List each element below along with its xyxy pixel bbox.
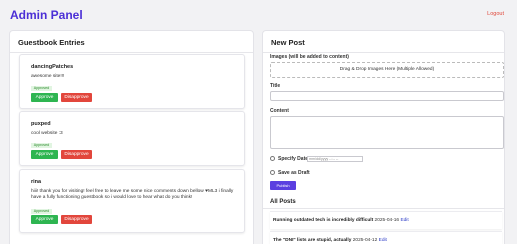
- date-input[interactable]: mm/dd/yyyy --:-- --: [307, 156, 363, 162]
- status-badge: Approved: [31, 209, 52, 214]
- disapprove-button[interactable]: Disapprove: [61, 215, 92, 224]
- content-label: Content: [270, 108, 289, 114]
- image-drop-zone[interactable]: Drag & Drop Images Here (Multiple Allowe…: [270, 62, 504, 78]
- guestbook-entry: puxped cool website :3 Approved Approve …: [19, 111, 245, 166]
- guestbook-heading: Guestbook Entries: [18, 38, 85, 47]
- entry-message: hiii! thank you for visiting! feel free …: [31, 189, 234, 200]
- content-textarea[interactable]: [270, 116, 504, 149]
- divider: [263, 52, 504, 53]
- new-post-panel: New Post Images (will be added to conten…: [262, 30, 505, 244]
- approve-button[interactable]: Approve: [31, 215, 58, 224]
- disapprove-button[interactable]: Disapprove: [61, 93, 92, 102]
- entry-message: cool website :3: [31, 131, 63, 136]
- logout-link[interactable]: Logout: [487, 11, 504, 17]
- approve-button[interactable]: Approve: [31, 93, 58, 102]
- post-title: Running outdated tech is incredibly diff…: [273, 218, 374, 223]
- all-posts-heading: All Posts: [270, 199, 296, 205]
- divider: [10, 52, 253, 53]
- approve-button[interactable]: Approve: [31, 150, 58, 159]
- draft-checkbox[interactable]: [270, 170, 275, 175]
- post-date: 2025-04-12: [352, 238, 378, 243]
- post-row: Running outdated tech is incredibly diff…: [270, 211, 502, 229]
- status-badge: Approved: [31, 143, 52, 148]
- specify-date-checkbox[interactable]: [270, 156, 275, 161]
- edit-link[interactable]: Edit: [379, 238, 387, 243]
- divider: [263, 208, 504, 209]
- post-row: The "DNI" lists are stupid, actually 202…: [270, 231, 502, 244]
- disapprove-button[interactable]: Disapprove: [61, 150, 92, 159]
- title-label: Title: [270, 83, 281, 89]
- post-date: 2025-04-16: [374, 218, 400, 223]
- new-post-heading: New Post: [271, 38, 305, 47]
- guestbook-panel: Guestbook Entries dancingPatches awesome…: [9, 30, 254, 244]
- draft-label: Save as Draft: [278, 170, 310, 176]
- entry-name: dancingPatches: [31, 64, 74, 70]
- entry-message: awesome site!!!: [31, 74, 65, 79]
- title-input[interactable]: [270, 91, 504, 101]
- post-title: The "DNI" lists are stupid, actually: [273, 238, 352, 243]
- guestbook-entry: rina hiii! thank you for visiting! feel …: [19, 169, 245, 233]
- entry-name: puxped: [31, 121, 51, 127]
- images-label: Images (will be added to content): [270, 54, 349, 60]
- status-badge: Approved: [31, 86, 52, 91]
- edit-link[interactable]: Edit: [400, 218, 408, 223]
- publish-button[interactable]: Publish: [270, 181, 296, 190]
- specify-date-label: Specify Date: [278, 156, 309, 162]
- page-title: Admin Panel: [10, 8, 83, 22]
- entry-name: rina: [31, 179, 42, 185]
- guestbook-entry: dancingPatches awesome site!!! Approved …: [19, 54, 245, 109]
